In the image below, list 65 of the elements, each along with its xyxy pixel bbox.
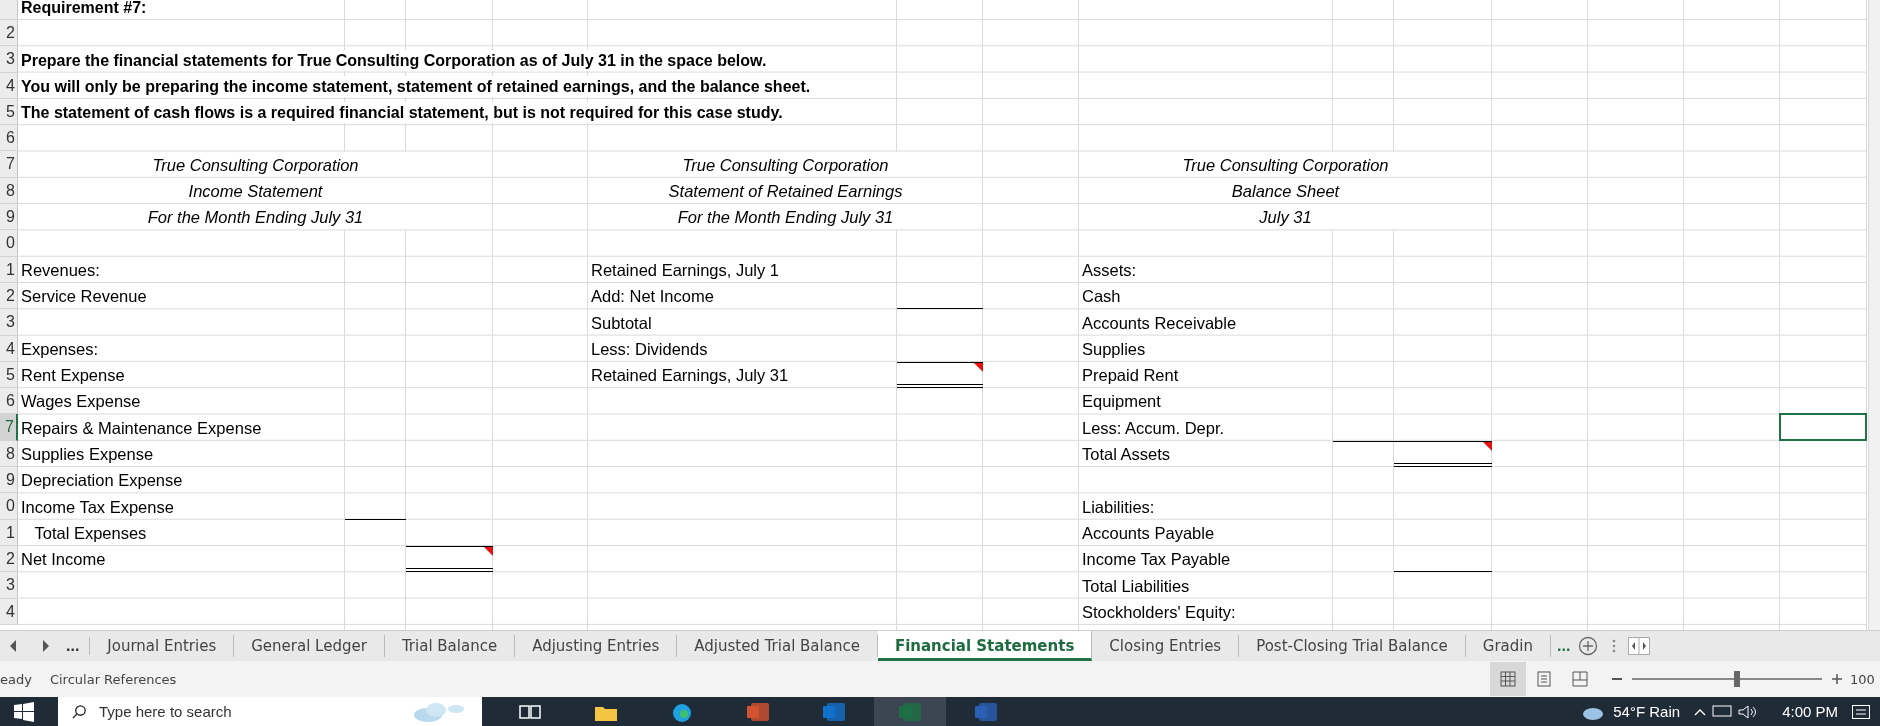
row-number[interactable]: 1: [0, 256, 18, 283]
row-number[interactable]: 5: [0, 98, 18, 126]
clock-time[interactable]: 4:00 PM: [1782, 703, 1838, 720]
sheet-tab[interactable]: Financial Statements: [877, 631, 1093, 661]
sheet-tab[interactable]: Journal Entries: [90, 635, 235, 657]
row-number[interactable]: 6: [0, 388, 18, 415]
windows-start-icon[interactable]: [14, 701, 34, 722]
scroll-right-icon[interactable]: [42, 640, 50, 652]
zoom-level[interactable]: 100: [1850, 671, 1880, 687]
sheet-tab[interactable]: Adjusted Trial Balance: [677, 635, 878, 657]
chevron-up-icon[interactable]: [1694, 707, 1707, 716]
row-number[interactable]: 1: [0, 519, 18, 546]
row-number[interactable]: 3: [0, 572, 18, 599]
sheet-tab[interactable]: Closing Entries: [1092, 635, 1240, 657]
network-icon[interactable]: [1712, 704, 1733, 719]
sheet-tab[interactable]: Adjusting Entries: [515, 635, 678, 657]
row-number[interactable]: 4: [0, 72, 18, 99]
page-icon: [1536, 671, 1552, 687]
row-number[interactable]: 3: [0, 309, 18, 336]
row-number[interactable]: 2: [0, 282, 18, 310]
comment-marker-icon[interactable]: [1483, 441, 1492, 451]
zoom-in-icon[interactable]: [1832, 674, 1842, 684]
status-text[interactable]: Circular References: [49, 671, 177, 687]
normal-view-button[interactable]: [1490, 662, 1526, 696]
comment-marker-icon[interactable]: [974, 362, 983, 372]
row-number[interactable]: 7: [0, 414, 18, 441]
amount-cell[interactable]: [897, 361, 983, 389]
row-number[interactable]: 3: [0, 46, 18, 73]
page-break-icon: [1572, 671, 1588, 687]
row-number[interactable]: 0: [0, 230, 18, 257]
row-number[interactable]: 4: [0, 598, 18, 625]
vertical-scrollbar[interactable]: [1868, 0, 1880, 630]
scroll-arrows-icon[interactable]: [1628, 637, 1651, 655]
add-sheet-icon[interactable]: [1578, 636, 1599, 656]
notification-icon[interactable]: [1852, 704, 1870, 719]
search-icon: [72, 704, 87, 719]
row-number[interactable]: 6: [0, 125, 18, 152]
row-number[interactable]: 9: [0, 467, 18, 494]
row-number[interactable]: 2: [0, 20, 18, 47]
row-number[interactable]: 4: [0, 335, 18, 362]
scroll-left-icon[interactable]: [9, 640, 17, 652]
sheet-tab[interactable]: Post-Closing Trial Balance: [1239, 635, 1466, 657]
zoom-slider-thumb[interactable]: [1733, 671, 1740, 687]
row-number[interactable]: 2: [0, 545, 18, 573]
amount-cell[interactable]: [1394, 440, 1492, 468]
status-text: eady: [0, 671, 32, 687]
sheet-tab[interactable]: General Ledger: [234, 635, 385, 657]
comment-marker-icon[interactable]: [484, 546, 493, 556]
grid-icon: [1500, 671, 1516, 687]
sheet-tab[interactable]: Trial Balance: [384, 635, 516, 657]
row-number[interactable]: 7: [0, 151, 18, 178]
amount-cell[interactable]: [406, 545, 493, 573]
speaker-icon[interactable]: [1738, 704, 1759, 719]
sheet-tab[interactable]: Gradin: [1465, 635, 1551, 657]
row-number[interactable]: 8: [0, 440, 18, 468]
more-options-icon[interactable]: [1612, 638, 1617, 654]
more-sheets[interactable]: ...: [66, 637, 91, 655]
row-number[interactable]: 0: [0, 493, 18, 520]
row-number[interactable]: 5: [0, 361, 18, 389]
more-sheets[interactable]: ...: [1551, 637, 1577, 655]
weather-text[interactable]: 54°F Rain: [1613, 703, 1681, 720]
active-cell[interactable]: [1779, 413, 1867, 441]
row-number[interactable]: 9: [0, 204, 18, 231]
row-number[interactable]: 8: [0, 177, 18, 205]
search-field[interactable]: Type here to search: [58, 697, 482, 726]
